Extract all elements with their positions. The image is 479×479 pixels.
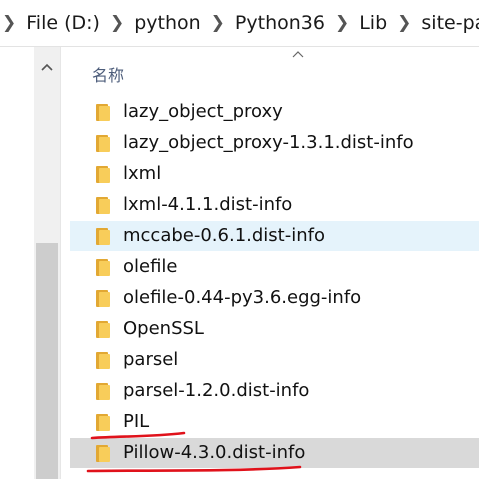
- list-item[interactable]: olefile: [70, 252, 479, 282]
- chevron-right-icon[interactable]: ❯: [0, 13, 22, 33]
- nav-scrollbar[interactable]: [34, 47, 60, 479]
- folder-icon: [96, 383, 110, 400]
- list-item[interactable]: PIL: [70, 407, 479, 437]
- navigation-pane: [0, 47, 60, 479]
- breadcrumb-python36[interactable]: Python36: [231, 12, 329, 34]
- list-item-label: parsel: [123, 349, 179, 370]
- file-explorer-window: ❯ File (D:) ❯ python ❯ Python36 ❯ Lib ❯ …: [0, 0, 479, 479]
- folder-icon: [96, 445, 110, 462]
- list-item-label: olefile-0.44-py3.6.egg-info: [123, 287, 362, 308]
- list-item-label: OpenSSL: [123, 318, 204, 339]
- nav-scrollbar-thumb[interactable]: [36, 243, 58, 479]
- folder-icon: [96, 414, 110, 431]
- list-item-label: PIL: [123, 411, 150, 432]
- list-item[interactable]: OpenSSL: [70, 314, 479, 344]
- chevron-up-icon: [292, 47, 304, 62]
- breadcrumb-site-packages[interactable]: site-packag: [417, 12, 479, 34]
- list-item-label: mccabe-0.6.1.dist-info: [123, 225, 325, 246]
- folder-icon: [96, 166, 110, 183]
- column-header-label: 名称: [92, 66, 125, 85]
- list-item[interactable]: olefile-0.44-py3.6.egg-info: [70, 283, 479, 313]
- chevron-up-icon[interactable]: [34, 55, 60, 79]
- list-item-label: parsel-1.2.0.dist-info: [123, 380, 310, 401]
- folder-icon: [96, 104, 110, 121]
- folder-icon: [96, 228, 110, 245]
- list-item-label: Pillow-4.3.0.dist-info: [123, 442, 306, 463]
- list-item-label: lazy_object_proxy-1.3.1.dist-info: [123, 132, 414, 153]
- breadcrumb-lib[interactable]: Lib: [355, 12, 391, 34]
- folder-icon: [96, 259, 110, 276]
- chevron-right-icon[interactable]: ❯: [205, 13, 231, 33]
- list-item-label: lazy_object_proxy: [123, 101, 283, 122]
- folder-icon: [96, 197, 110, 214]
- list-item[interactable]: parsel-1.2.0.dist-info: [70, 376, 479, 406]
- folder-icon: [96, 352, 110, 369]
- list-item[interactable]: lazy_object_proxy: [70, 97, 479, 127]
- list-item[interactable]: lxml: [70, 159, 479, 189]
- folder-icon: [96, 135, 110, 152]
- file-list: 名称 lazy_object_proxy lazy_object_proxy-1.…: [70, 47, 479, 479]
- address-bar[interactable]: ❯ File (D:) ❯ python ❯ Python36 ❯ Lib ❯ …: [0, 0, 479, 47]
- pane-divider[interactable]: [60, 47, 61, 479]
- column-header-name[interactable]: 名称: [70, 47, 479, 97]
- list-item[interactable]: Pillow-4.3.0.dist-info: [70, 438, 479, 468]
- breadcrumb-drive[interactable]: File (D:): [22, 12, 104, 34]
- chevron-right-icon[interactable]: ❯: [391, 13, 417, 33]
- folder-icon: [96, 290, 110, 307]
- list-item-label: lxml-4.1.1.dist-info: [123, 194, 293, 215]
- list-item[interactable]: lazy_object_proxy-1.3.1.dist-info: [70, 128, 479, 158]
- list-item-label: olefile: [123, 256, 178, 277]
- list-item[interactable]: lxml-4.1.1.dist-info: [70, 190, 479, 220]
- chevron-right-icon[interactable]: ❯: [329, 13, 355, 33]
- folder-icon: [96, 321, 110, 338]
- list-item[interactable]: mccabe-0.6.1.dist-info: [70, 221, 479, 251]
- breadcrumb-python[interactable]: python: [130, 12, 204, 34]
- list-item[interactable]: parsel: [70, 345, 479, 375]
- list-item-label: lxml: [123, 163, 162, 184]
- chevron-right-icon[interactable]: ❯: [104, 13, 130, 33]
